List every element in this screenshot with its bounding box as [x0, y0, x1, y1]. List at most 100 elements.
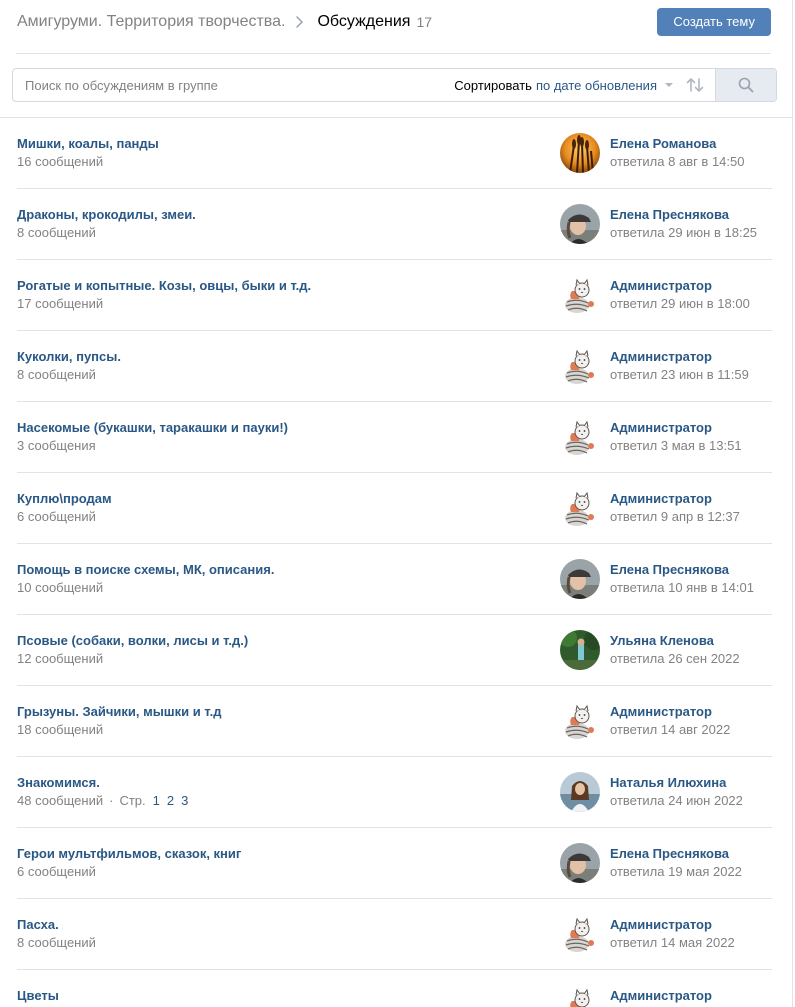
topic-title-link[interactable]: Помощь в поиске схемы, МК, описания.	[17, 562, 274, 578]
author-name-link[interactable]: Наталья Илюхина	[610, 775, 726, 791]
pagination: · Стр. 1 2 3	[103, 793, 188, 808]
author-name-link[interactable]: Елена Преснякова	[610, 846, 729, 862]
breadcrumb: Амигуруми. Территория творчества. Обсужд…	[17, 12, 432, 32]
topic-meta: 48 сообщений · Стр. 1 2 3	[17, 793, 188, 809]
topic-row[interactable]: Помощь в поиске схемы, МК, описания. 10 с…	[17, 544, 772, 615]
author-avatar[interactable]	[560, 772, 600, 812]
topic-row[interactable]: Знакомимся. 48 сообщений · Стр. 1 2 3 Наталья …	[17, 757, 772, 828]
topic-list: Мишки, коалы, панды 16 сообщений Елена Ро…	[0, 118, 792, 1007]
last-reply-date[interactable]: ответил 3 мая в 13:51	[610, 438, 742, 454]
author-avatar[interactable]	[560, 914, 600, 954]
page-link-3[interactable]: 3	[181, 793, 188, 808]
sort-label: Сортировать	[454, 77, 532, 93]
last-reply-date[interactable]: ответил 29 июн в 18:00	[610, 296, 750, 312]
topic-row[interactable]: Мишки, коалы, панды 16 сообщений Елена Ро…	[17, 118, 772, 189]
author-name-link[interactable]: Администратор	[610, 491, 712, 507]
last-reply-date[interactable]: ответила 8 авг в 14:50	[610, 154, 744, 170]
author-name-link[interactable]: Администратор	[610, 917, 712, 933]
topic-meta: 17 сообщений	[17, 296, 103, 312]
discussions-header: Амигуруми. Территория творчества. Обсужд…	[16, 0, 771, 54]
create-topic-button[interactable]: Создать тему	[657, 8, 771, 36]
topic-title-link[interactable]: Пасха.	[17, 917, 59, 933]
search-input[interactable]	[13, 69, 455, 101]
message-count: 6 сообщений	[17, 864, 96, 879]
topic-row[interactable]: Драконы, крокодилы, змеи. 8 сообщений Еле…	[17, 189, 772, 260]
topic-row[interactable]: Куколки, пупсы. 8 сообщений Администратор…	[17, 331, 772, 402]
topic-title-link[interactable]: Псовые (собаки, волки, лисы и т.д.)	[17, 633, 248, 649]
topic-title-link[interactable]: Рогатые и копытные. Козы, овцы, быки и т…	[17, 278, 311, 294]
message-count: 8 сообщений	[17, 367, 96, 382]
last-reply-date[interactable]: ответила 19 мая 2022	[610, 864, 742, 880]
last-reply-date[interactable]: ответила 26 сен 2022	[610, 651, 740, 667]
last-reply-date[interactable]: ответил 14 авг 2022	[610, 722, 730, 738]
author-name-link[interactable]: Администратор	[610, 278, 712, 294]
chevron-right-icon	[296, 16, 304, 28]
author-avatar[interactable]	[560, 275, 600, 315]
author-name-link[interactable]: Администратор	[610, 988, 712, 1004]
topic-row[interactable]: Герои мультфильмов, сказок, книг 6 сообще…	[17, 828, 772, 899]
author-avatar[interactable]	[560, 630, 600, 670]
topic-meta: 6 сообщений	[17, 864, 96, 880]
topic-meta: 8 сообщений	[17, 225, 96, 241]
author-name-link[interactable]: Администратор	[610, 420, 712, 436]
message-count: 48 сообщений	[17, 793, 104, 808]
topic-row[interactable]: Грызуны. Зайчики, мышки и т.д 18 сообщени…	[17, 686, 772, 757]
last-reply-date[interactable]: ответил 23 июн в 11:59	[610, 367, 749, 383]
author-avatar[interactable]	[560, 701, 600, 741]
topic-meta: 12 сообщений	[17, 651, 103, 667]
sort-order-icon[interactable]	[685, 76, 705, 94]
topic-row[interactable]: Насекомые (букашки, таракашки и пауки!) 3…	[17, 402, 772, 473]
topic-row[interactable]: Куплю\продам 6 сообщений Администратор отв…	[17, 473, 772, 544]
last-reply-date[interactable]: ответила 29 июн в 18:25	[610, 225, 757, 241]
topic-meta: 8 сообщений	[17, 367, 96, 383]
message-count: 17 сообщений	[17, 296, 104, 311]
topic-row[interactable]: Цветы Администратор	[17, 970, 772, 1007]
message-count: 16 сообщений	[17, 154, 104, 169]
topic-title-link[interactable]: Мишки, коалы, панды	[17, 136, 159, 152]
topic-meta: 18 сообщений	[17, 722, 103, 738]
message-count: 6 сообщений	[17, 509, 96, 524]
last-reply-date[interactable]: ответила 10 янв в 14:01	[610, 580, 754, 596]
sort-dropdown[interactable]: по дате обновления	[536, 78, 657, 93]
topic-title-link[interactable]: Насекомые (букашки, таракашки и пауки!)	[17, 420, 288, 436]
topic-row[interactable]: Псовые (собаки, волки, лисы и т.д.) 12 со…	[17, 615, 772, 686]
topic-title-link[interactable]: Цветы	[17, 988, 59, 1004]
topic-row[interactable]: Рогатые и копытные. Козы, овцы, быки и т…	[17, 260, 772, 331]
author-avatar[interactable]	[560, 204, 600, 244]
pages-label: Стр.	[119, 793, 146, 808]
search-bar: Сортировать по дате обновления	[12, 68, 777, 102]
topic-title-link[interactable]: Драконы, крокодилы, змеи.	[17, 207, 196, 223]
author-avatar[interactable]	[560, 985, 600, 1007]
author-avatar[interactable]	[560, 843, 600, 883]
topic-meta: 3 сообщения	[17, 438, 96, 454]
page-link-2[interactable]: 2	[167, 793, 174, 808]
topic-title-link[interactable]: Грызуны. Зайчики, мышки и т.д	[17, 704, 221, 720]
topic-title-link[interactable]: Куплю\продам	[17, 491, 112, 507]
topic-title-link[interactable]: Герои мультфильмов, сказок, книг	[17, 846, 241, 862]
topic-meta: 6 сообщений	[17, 509, 96, 525]
author-avatar[interactable]	[560, 133, 600, 173]
author-avatar[interactable]	[560, 559, 600, 599]
author-name-link[interactable]: Елена Преснякова	[610, 562, 729, 578]
search-icon	[738, 77, 754, 93]
search-button[interactable]	[715, 69, 776, 101]
topic-row[interactable]: Пасха. 8 сообщений Администратор ответил 1…	[17, 899, 772, 970]
breadcrumb-group-link[interactable]: Амигуруми. Территория творчества.	[17, 12, 285, 32]
discussions-panel: Амигуруми. Территория творчества. Обсужд…	[0, 0, 793, 1007]
last-reply-date[interactable]: ответил 14 мая 2022	[610, 935, 735, 951]
message-count: 18 сообщений	[17, 722, 104, 737]
author-name-link[interactable]: Елена Романова	[610, 136, 716, 152]
last-reply-date[interactable]: ответила 24 июн 2022	[610, 793, 743, 809]
author-name-link[interactable]: Ульяна Кленова	[610, 633, 714, 649]
author-avatar[interactable]	[560, 346, 600, 386]
author-name-link[interactable]: Елена Преснякова	[610, 207, 729, 223]
topic-title-link[interactable]: Куколки, пупсы.	[17, 349, 121, 365]
author-name-link[interactable]: Администратор	[610, 349, 712, 365]
author-avatar[interactable]	[560, 417, 600, 457]
topic-title-link[interactable]: Знакомимся.	[17, 775, 100, 791]
author-avatar[interactable]	[560, 488, 600, 528]
author-name-link[interactable]: Администратор	[610, 704, 712, 720]
last-reply-date[interactable]: ответил 9 апр в 12:37	[610, 509, 740, 525]
page-title: Обсуждения	[317, 13, 411, 30]
page-link-1[interactable]: 1	[153, 793, 160, 808]
